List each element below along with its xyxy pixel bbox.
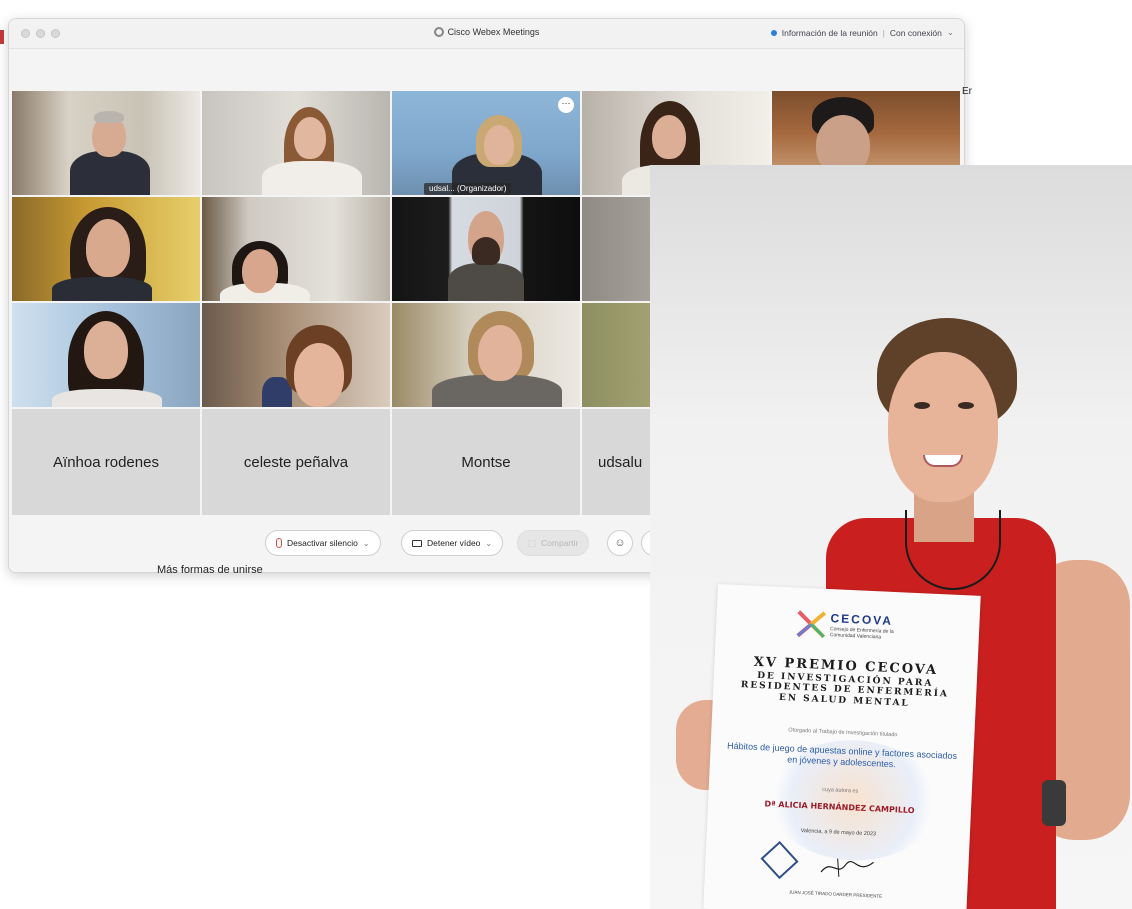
participant-name-tile[interactable]: Montse <box>392 409 580 515</box>
meeting-info-link[interactable]: Información de la reunión <box>782 28 878 38</box>
camera-icon <box>412 539 422 547</box>
participant-name: Aïnhoa rodenes <box>53 453 159 471</box>
video-tile[interactable]: ⋯ udsal... (Organizador) <box>392 91 580 195</box>
app-title-text: Cisco Webex Meetings <box>447 27 540 37</box>
video-tile[interactable] <box>392 197 580 301</box>
share-label: Compartir <box>541 538 579 548</box>
cut-off-text: Er <box>962 86 972 97</box>
video-tile[interactable] <box>12 91 200 195</box>
title-bar: Cisco Webex Meetings Información de la r… <box>9 19 964 49</box>
photo-person-face <box>888 352 998 502</box>
certificate-title: XV PREMIO CECOVA DE INVESTIGACIÓN PARA R… <box>723 654 968 711</box>
photo-person-eye <box>958 402 974 409</box>
unmute-button[interactable]: Desactivar silencio ⌄ <box>265 530 381 556</box>
unmute-label: Desactivar silencio <box>287 538 358 548</box>
video-tile[interactable] <box>202 303 390 407</box>
video-tile[interactable] <box>12 303 200 407</box>
more-ways-to-join-text: Más formas de unirse <box>157 564 263 576</box>
screenshot-canvas: Cisco Webex Meetings Información de la r… <box>0 0 1132 909</box>
connection-status[interactable]: Con conexión <box>890 28 942 38</box>
microphone-muted-icon <box>276 538 282 548</box>
participant-name: celeste peñalva <box>243 453 349 471</box>
stop-video-label: Detener vídeo <box>427 538 481 548</box>
video-tile[interactable] <box>202 197 390 301</box>
participant-name: Montse <box>461 453 511 471</box>
more-options-icon[interactable]: ⋯ <box>558 97 574 113</box>
title-right-area: Información de la reunión | Con conexión… <box>770 27 954 38</box>
info-icon <box>770 29 777 36</box>
certificate-signer: JUAN JOSÉ TIRADO DARDER PRESIDENTE <box>788 889 883 899</box>
participant-name: udsalu <box>598 453 643 471</box>
video-tile[interactable] <box>392 303 580 407</box>
video-tile[interactable] <box>12 197 200 301</box>
photo-person-eye <box>914 402 930 409</box>
stop-video-button[interactable]: Detener vídeo ⌄ <box>401 530 504 556</box>
certificate-granted-text: Otorgado al Trabajo de Investigación tit… <box>788 727 898 739</box>
wristwatch <box>1042 780 1066 826</box>
reactions-icon[interactable]: ☺ <box>607 530 633 556</box>
participant-name-tile[interactable]: Aïnhoa rodenes <box>12 409 200 515</box>
chevron-down-icon[interactable]: ⌄ <box>947 27 954 38</box>
certificate-logo-text: CECOVA <box>830 611 894 628</box>
signature-icon <box>820 858 874 877</box>
organizer-label: udsal... (Organizador) <box>424 183 512 195</box>
participant-name-tile[interactable]: celeste peñalva <box>202 409 390 515</box>
chevron-down-icon[interactable]: ⌄ <box>485 539 492 548</box>
cecova-logo-icon <box>796 610 827 639</box>
award-certificate: CECOVA Consejo de Enfermería de la Comun… <box>703 584 981 909</box>
seal-icon <box>760 840 799 880</box>
red-edge-marker <box>0 30 4 44</box>
separator: | <box>882 27 885 38</box>
webex-logo-icon <box>433 27 444 37</box>
share-button[interactable]: ⬚ Compartir <box>517 530 590 556</box>
certificate-logo-subtitle: Consejo de Enfermería de la Comunidad Va… <box>829 626 894 641</box>
video-tile[interactable] <box>202 91 390 195</box>
photo-person-smile <box>923 455 963 467</box>
chevron-down-icon[interactable]: ⌄ <box>363 539 370 548</box>
share-icon: ⬚ <box>528 537 537 548</box>
